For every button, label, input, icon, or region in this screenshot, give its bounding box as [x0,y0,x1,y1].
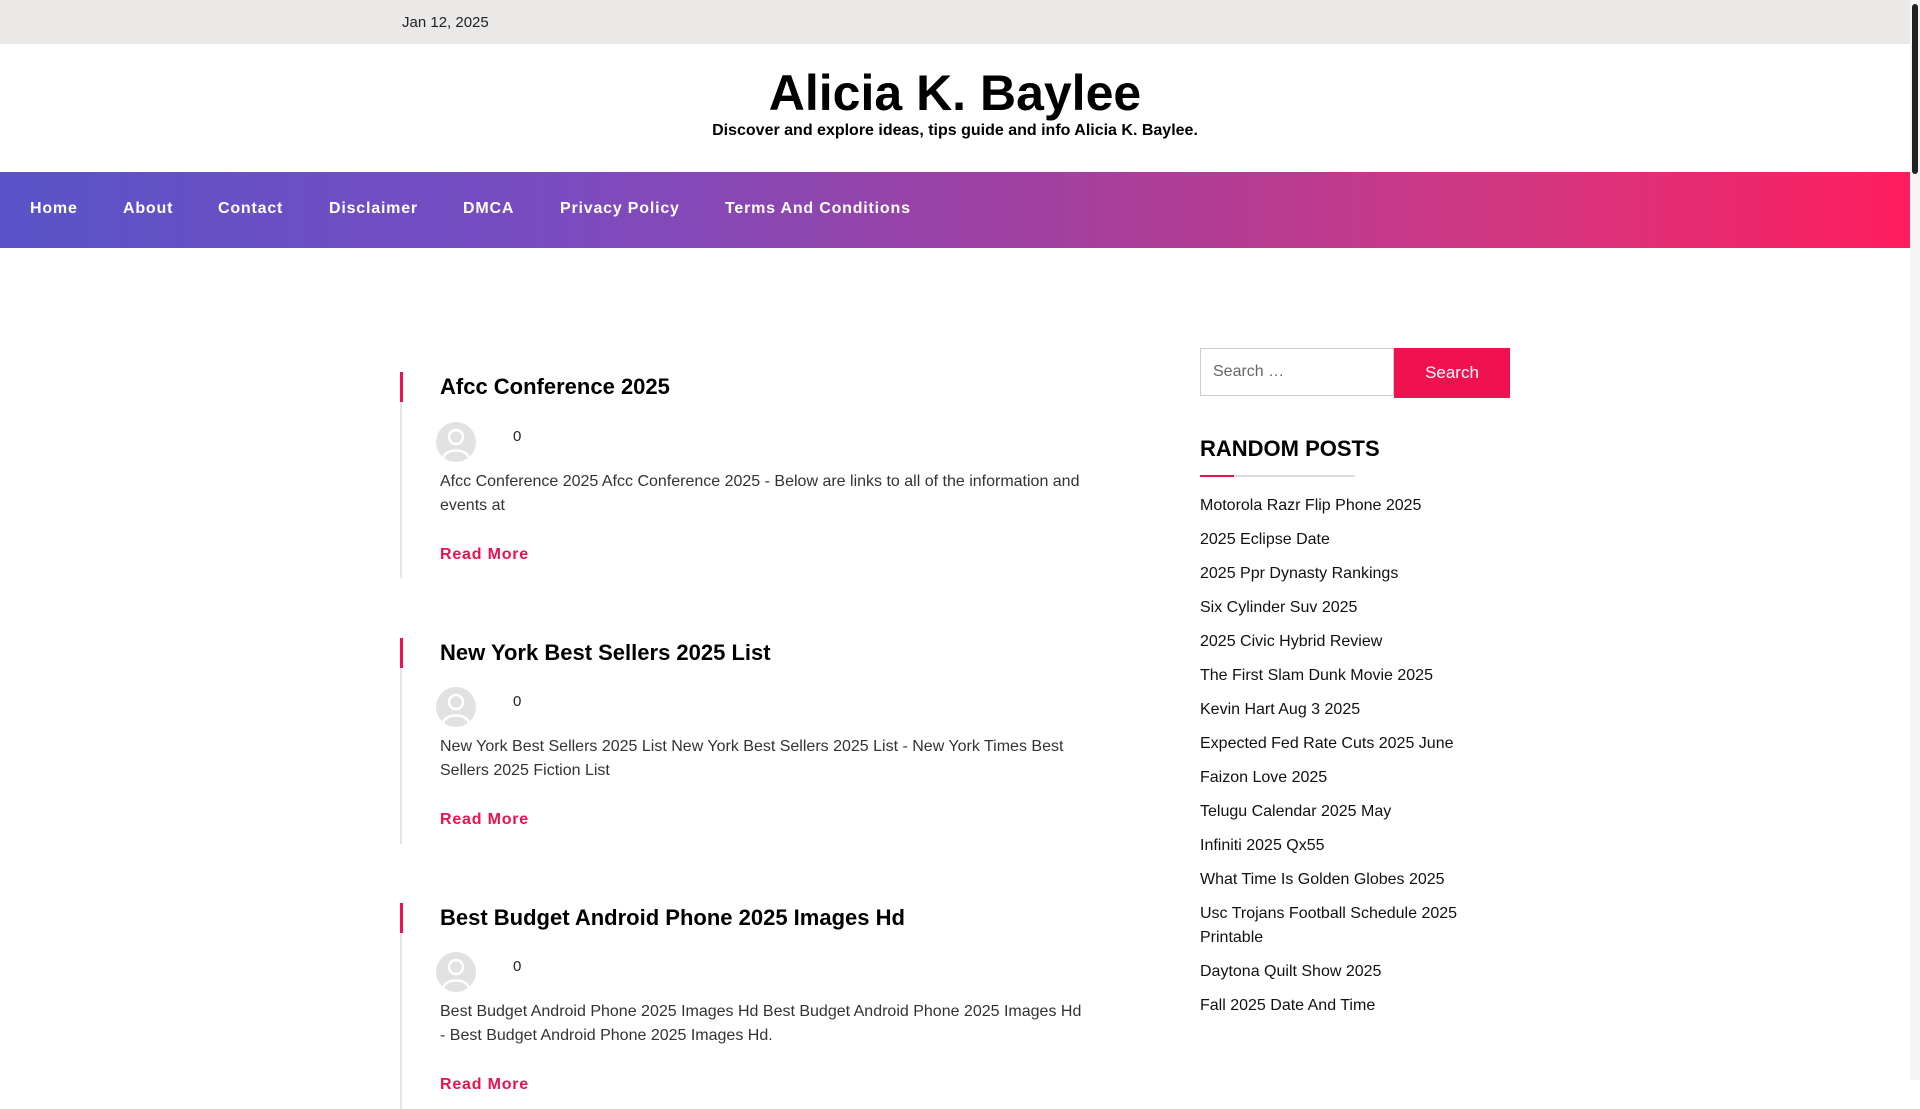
random-post-link[interactable]: Fall 2025 Date And Time [1200,994,1500,1018]
nav-item-privacy-policy[interactable]: Privacy Policy [560,200,680,218]
post-excerpt: Best Budget Android Phone 2025 Images Hd… [440,1003,1082,1044]
comment-count: 0 [513,958,522,975]
random-post-link[interactable]: Faizon Love 2025 [1200,766,1500,790]
post-card: Best Budget Android Phone 2025 Images Hd… [400,903,1100,1109]
search-input[interactable] [1200,348,1394,396]
random-post-link[interactable]: 2025 Eclipse Date [1200,528,1500,552]
post-divider-line [400,933,402,1109]
heading-underline [1200,475,1355,477]
post-excerpt: New York Best Sellers 2025 List New York… [440,738,1064,779]
current-date: Jan 12, 2025 [402,14,489,31]
random-post-link[interactable]: The First Slam Dunk Movie 2025 [1200,664,1500,688]
random-posts-list: Motorola Razr Flip Phone 2025 2025 Eclip… [1200,494,1500,1028]
random-post-link[interactable]: What Time Is Golden Globes 2025 [1200,868,1500,892]
site-description: Discover and explore ideas, tips guide a… [712,122,1198,139]
random-post-link[interactable]: 2025 Civic Hybrid Review [1200,630,1500,654]
post-title[interactable]: New York Best Sellers 2025 List [440,640,771,666]
top-bar: Jan 12, 2025 [0,0,1910,44]
nav-item-terms-and-conditions[interactable]: Terms And Conditions [725,200,911,218]
heading-underline-accent [1200,475,1234,477]
random-post-link[interactable]: Expected Fed Rate Cuts 2025 June [1200,732,1500,756]
post-accent-bar [400,372,403,402]
random-post-link[interactable]: Kevin Hart Aug 3 2025 [1200,698,1500,722]
nav-item-dmca[interactable]: DMCA [463,200,514,218]
random-post-link[interactable]: Motorola Razr Flip Phone 2025 [1200,494,1500,518]
read-more-link[interactable]: Read More [440,546,529,564]
post-title[interactable]: Afcc Conference 2025 [440,374,670,400]
nav-item-home[interactable]: Home [30,200,78,218]
author-avatar-icon[interactable] [436,687,476,727]
comment-count: 0 [513,693,522,710]
post-title[interactable]: Best Budget Android Phone 2025 Images Hd [440,905,905,931]
post-divider-line [400,668,402,844]
author-avatar-icon[interactable] [436,422,476,462]
comment-count: 0 [513,428,522,445]
nav-item-disclaimer[interactable]: Disclaimer [329,200,418,218]
post-card: New York Best Sellers 2025 List 0 New Yo… [400,638,1100,844]
post-accent-bar [400,638,403,668]
main-navigation: Home About Contact Disclaimer DMCA Priva… [0,172,1910,248]
random-post-link[interactable]: Daytona Quilt Show 2025 [1200,960,1500,984]
read-more-link[interactable]: Read More [440,1076,529,1094]
random-post-link[interactable]: Infiniti 2025 Qx55 [1200,834,1500,858]
nav-item-about[interactable]: About [123,200,173,218]
scrollbar-thumb[interactable] [1912,4,1918,174]
random-post-link[interactable]: 2025 Ppr Dynasty Rankings [1200,562,1500,586]
post-excerpt: Afcc Conference 2025 Afcc Conference 202… [440,473,1080,514]
random-post-link[interactable]: Telugu Calendar 2025 May [1200,800,1500,824]
site-title[interactable]: Alicia K. Baylee [0,64,1910,122]
random-post-link[interactable]: Usc Trojans Football Schedule 2025 Print… [1200,902,1500,950]
search-button[interactable]: Search [1394,348,1510,398]
read-more-link[interactable]: Read More [440,811,529,829]
random-post-link[interactable]: Six Cylinder Suv 2025 [1200,596,1500,620]
post-accent-bar [400,903,403,933]
random-posts-heading: RANDOM POSTS [1200,436,1380,461]
page-scrollbar[interactable] [1910,0,1920,1080]
post-divider-line [400,402,402,578]
site-header: Alicia K. Baylee Discover and explore id… [0,44,1910,172]
author-avatar-icon[interactable] [436,952,476,992]
nav-item-contact[interactable]: Contact [218,200,283,218]
post-card: Afcc Conference 2025 0 Afcc Conference 2… [400,372,1100,578]
